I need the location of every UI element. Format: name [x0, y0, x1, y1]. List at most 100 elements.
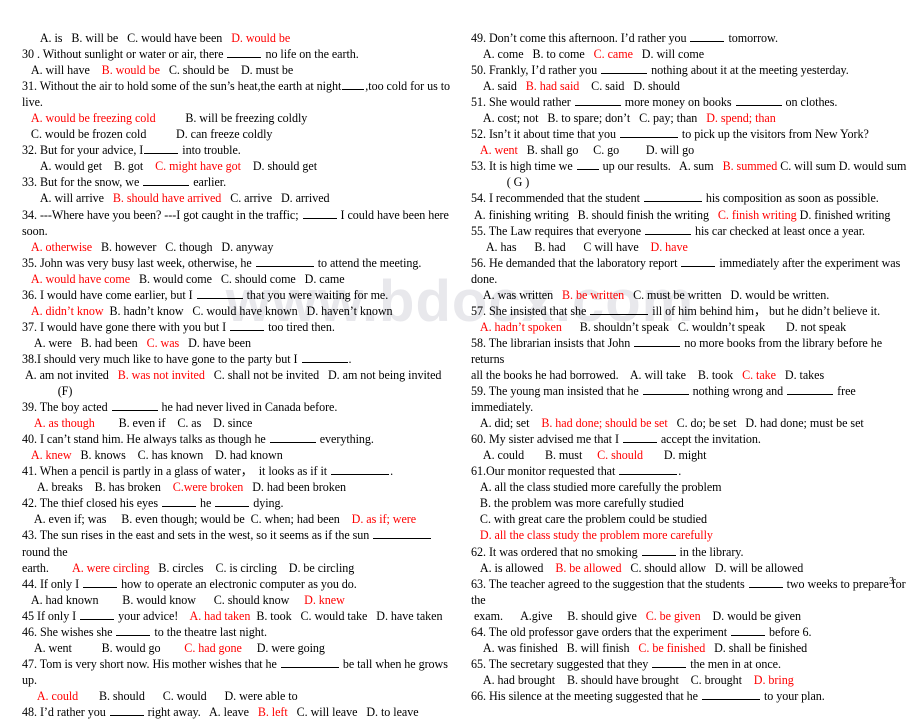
question-line: A. all the class studied more carefully … [471, 479, 908, 495]
line-text: 65. The secretary suggested that they th… [471, 656, 781, 671]
question-line: (F) [22, 383, 459, 399]
line-text-tail: B. took C. would take D. have taken [250, 608, 443, 623]
question-line: 30 . Without sunlight or water or air, t… [22, 46, 459, 62]
answer-blank [731, 625, 766, 636]
line-text: 52. Isn’t it about time that you to pick… [471, 127, 869, 142]
answer-blank [215, 496, 250, 508]
question-line: 34. ---Where have you been? ---I got cau… [22, 207, 459, 239]
question-line: all the books he had borrowed. A. will t… [471, 367, 908, 383]
question-line: 44. If only I how to operate an electron… [22, 576, 459, 592]
question-line: 65. The secretary suggested that they th… [471, 656, 908, 672]
line-text: 49. Don’t come this afternoon. I’d rathe… [471, 31, 778, 45]
answer-blank [196, 288, 243, 299]
line-text-tail: D. would be given [700, 608, 801, 623]
correct-answer: A. otherwise [22, 239, 93, 254]
correct-answer: D. all the class study the problem more … [471, 528, 713, 543]
answer-blank [109, 705, 144, 716]
line-text: A. has B. had C will have [471, 239, 651, 254]
question-line: 56. He demanded that the laboratory repo… [471, 255, 908, 287]
line-text: A. breaks B. has broken [22, 480, 173, 495]
line-text: A. went B. would go [22, 640, 185, 655]
line-text: A. will have [22, 63, 102, 78]
line-text: C. with great care the problem could be … [471, 512, 707, 527]
question-line: 37. I would have gone there with you but… [22, 319, 459, 335]
correct-answer: D. spend; than [706, 111, 776, 126]
answer-blank [681, 256, 716, 267]
line-text-tail: C. do; be set D. had done; must be set [667, 416, 864, 431]
line-text: A. had known B. would know C. should kno… [22, 592, 305, 607]
line-text: 39. The boy acted he had never lived in … [22, 400, 338, 415]
line-text: A. did; set [471, 416, 542, 431]
answer-blank [576, 159, 599, 171]
question-line: 35. John was very busy last week, otherw… [22, 255, 459, 271]
answer-blank [143, 176, 190, 187]
line-text-tail: C. arrive D. arrived [221, 191, 330, 206]
question-line: A. breaks B. has broken C.were broken D.… [22, 479, 459, 495]
question-line: A. cost; not B. to spare; don’t C. pay; … [471, 110, 908, 126]
question-line: 39. The boy acted he had never lived in … [22, 399, 459, 415]
line-text: 56. He demanded that the laboratory repo… [471, 255, 904, 286]
line-text: all the books he had borrowed. A. will t… [471, 367, 743, 382]
line-text: A. was written [471, 287, 562, 302]
answer-blank [574, 95, 621, 107]
line-text: 46. She wishes she to the theatre last n… [22, 624, 267, 639]
line-text: 31. Without the air to hold some of the … [22, 79, 453, 110]
correct-answer: A. would have come [22, 271, 131, 286]
line-text: 30 . Without sunlight or water or air, t… [22, 47, 359, 62]
line-text: ( G ) [471, 175, 530, 190]
question-line: A. went B. would go C. had gone D. were … [22, 640, 459, 656]
line-text-tail: B. shouldn’t speak C. wouldn’t speak D. … [561, 319, 847, 334]
answer-blank [227, 47, 262, 59]
answer-blank [342, 79, 365, 91]
line-text: 45 If only I your advice! [22, 608, 190, 623]
correct-answer: C. had gone [184, 640, 242, 655]
answer-blank [162, 496, 197, 508]
question-line: 40. I can’t stand him. He always talks a… [22, 431, 459, 447]
question-line: 57. She insisted that she ill of him beh… [471, 303, 908, 319]
answer-blank [590, 304, 649, 315]
left-column: A. is B. will be C. would have been D. w… [22, 30, 459, 720]
answer-blank [690, 31, 725, 42]
line-text: 54. I recommended that the student his c… [471, 191, 879, 206]
correct-answer: B. had said [525, 79, 580, 94]
line-text: 66. His silence at the meeting suggested… [471, 688, 825, 703]
question-line: 48. I’d rather you right away. A. leave … [22, 704, 459, 720]
line-text-tail: B. knows C. has known D. had known [71, 448, 283, 463]
line-text-tail: B. will be freezing coldly [155, 111, 308, 126]
question-line: 63. The teacher agreed to the suggestion… [471, 576, 908, 608]
correct-answer: D. as if; were [351, 512, 417, 527]
line-text-tail: B. shall go C. go D. will go [517, 143, 695, 158]
line-text: 59. The young man insisted that he nothi… [471, 384, 859, 415]
line-text: 57. She insisted that she ill of him beh… [471, 303, 881, 318]
line-text: C. would be frozen cold D. can freeze co… [22, 127, 273, 142]
correct-answer: C. came [593, 47, 633, 62]
question-line: A. went B. shall go C. go D. will go [471, 142, 908, 158]
line-text: 60. My sister advised me that I accept t… [471, 432, 761, 447]
line-text: A. will arrive [22, 191, 113, 206]
line-text: 44. If only I how to operate an electron… [22, 576, 357, 591]
line-text: 35. John was very busy last week, otherw… [22, 255, 422, 270]
correct-answer: D. bring [753, 672, 794, 687]
line-text: earth. [22, 560, 73, 575]
line-text: 42. The thief closed his eyes he dying. [22, 496, 284, 511]
question-line: A. was written B. be written C. must be … [471, 287, 908, 303]
line-text: 53. It is high time we up our results. A… [471, 159, 723, 174]
correct-answer: B. be written [562, 287, 625, 302]
question-line: A. as though B. even if C. as D. since [22, 415, 459, 431]
line-text: 32. But for your advice, I into trouble. [22, 143, 241, 158]
question-line: 31. Without the air to hold some of the … [22, 78, 459, 110]
answer-blank [111, 400, 158, 412]
question-line: A. was finished B. will finish C. be fin… [471, 640, 908, 656]
answer-blank [652, 657, 687, 668]
question-line: 41. When a pencil is partly in a glass o… [22, 463, 459, 479]
question-line: 59. The young man insisted that he nothi… [471, 383, 908, 415]
question-line: A. had brought B. should have brought C.… [471, 672, 908, 688]
question-line: 66. His silence at the meeting suggested… [471, 688, 908, 704]
line-text: 64. The old professor gave orders that t… [471, 624, 812, 639]
line-text: A. would get B. got [22, 159, 156, 174]
line-text-tail: C. will leave D. to leave [287, 704, 419, 719]
correct-answer: C. finish writing [717, 207, 797, 222]
correct-answer: B. left [257, 704, 288, 719]
correct-answer: A. didn’t know [22, 303, 104, 318]
line-text: A. is B. will be C. would have been [22, 31, 232, 45]
